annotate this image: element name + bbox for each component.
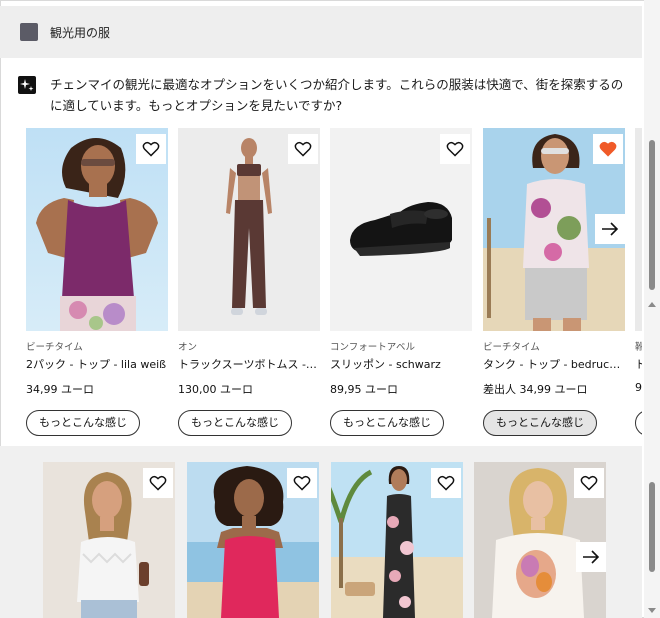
scrollbar[interactable] [644,0,660,618]
product-carousel-2 [0,462,642,618]
arrow-right-icon [583,550,600,564]
scroll-down-arrow[interactable] [648,608,656,613]
product-card[interactable] [43,462,175,618]
scroll-thumb-lower[interactable] [649,482,655,572]
heart-icon [446,141,464,157]
product-image[interactable] [635,128,642,331]
section-header: 観光用の服 [0,6,642,58]
heart-icon [293,475,311,491]
product-image[interactable] [330,128,472,331]
favorite-button[interactable] [574,468,604,498]
heart-icon [599,141,617,157]
product-image[interactable] [26,128,168,331]
assistant-message: チェンマイの観光に最適なオプションをいくつか紹介します。これらの服装は快適で、街… [50,77,624,113]
product-brand: ビーチタイム [483,342,540,353]
product-card[interactable] [474,462,606,618]
scroll-up-arrow[interactable] [648,302,656,307]
product-price: 130,00 ユーロ [178,383,253,396]
more-like-this-button[interactable] [635,410,642,436]
product-name[interactable]: トラックスーツボトムス - 桑 [178,356,320,372]
favorite-button[interactable] [440,134,470,164]
product-price: 89,95 ユーロ [330,383,398,396]
product-card[interactable]: オン トラックスーツボトムス - 桑 130,00 ユーロ もっとこんな感じ [178,128,320,436]
product-price: 34,99 ユーロ [26,383,94,396]
heart-icon [149,475,167,491]
sparkle-icon [18,76,36,94]
heart-icon [437,475,455,491]
product-brand: 靴 [635,342,642,353]
product-brand: オン [178,342,198,353]
favorite-button[interactable] [288,134,318,164]
heart-icon [580,475,598,491]
product-name[interactable]: タンク - トップ - bedruck w... [483,356,625,372]
product-card-partial[interactable]: 靴 ト 94 [635,128,642,438]
square-icon [20,23,38,41]
favorite-button[interactable] [431,468,461,498]
product-carousel: ビーチタイム 2パック - トップ - lila weiß 34,99 ユーロ … [0,128,642,438]
heart-icon [142,141,160,157]
product-card[interactable]: コンフォートアベル スリッポン - schwarz 89,95 ユーロ もっとこ… [330,128,472,436]
arrow-right-icon [602,222,619,236]
product-price: 94 [635,381,642,394]
more-like-this-button[interactable]: もっとこんな感じ [330,410,444,436]
product-image[interactable] [483,128,625,331]
product-price: 差出人 34,99 ユーロ [483,383,588,396]
favorite-button[interactable] [287,468,317,498]
product-card[interactable] [187,462,319,618]
product-card[interactable]: ビーチタイム タンク - トップ - bedruck w... 差出人 34,9… [483,128,625,436]
favorite-button[interactable] [136,134,166,164]
product-image[interactable] [178,128,320,331]
heart-icon [294,141,312,157]
carousel-next-button[interactable] [595,214,625,244]
product-name[interactable]: ト [635,356,642,372]
more-like-this-button[interactable]: もっとこんな感じ [178,410,292,436]
carousel-next-button[interactable] [576,542,606,572]
product-name[interactable]: スリッポン - schwarz [330,356,472,372]
section-title: 観光用の服 [50,26,111,40]
scroll-thumb[interactable] [649,140,655,290]
more-like-this-button[interactable]: もっとこんな感じ [26,410,140,436]
favorite-button[interactable] [593,134,623,164]
favorite-button[interactable] [143,468,173,498]
product-card[interactable] [331,462,463,618]
product-brand: ビーチタイム [26,342,83,353]
product-card[interactable]: ビーチタイム 2パック - トップ - lila weiß 34,99 ユーロ … [26,128,168,436]
product-name[interactable]: 2パック - トップ - lila weiß [26,356,168,372]
product-brand: コンフォートアベル [330,342,416,353]
more-like-this-button[interactable]: もっとこんな感じ [483,410,597,436]
